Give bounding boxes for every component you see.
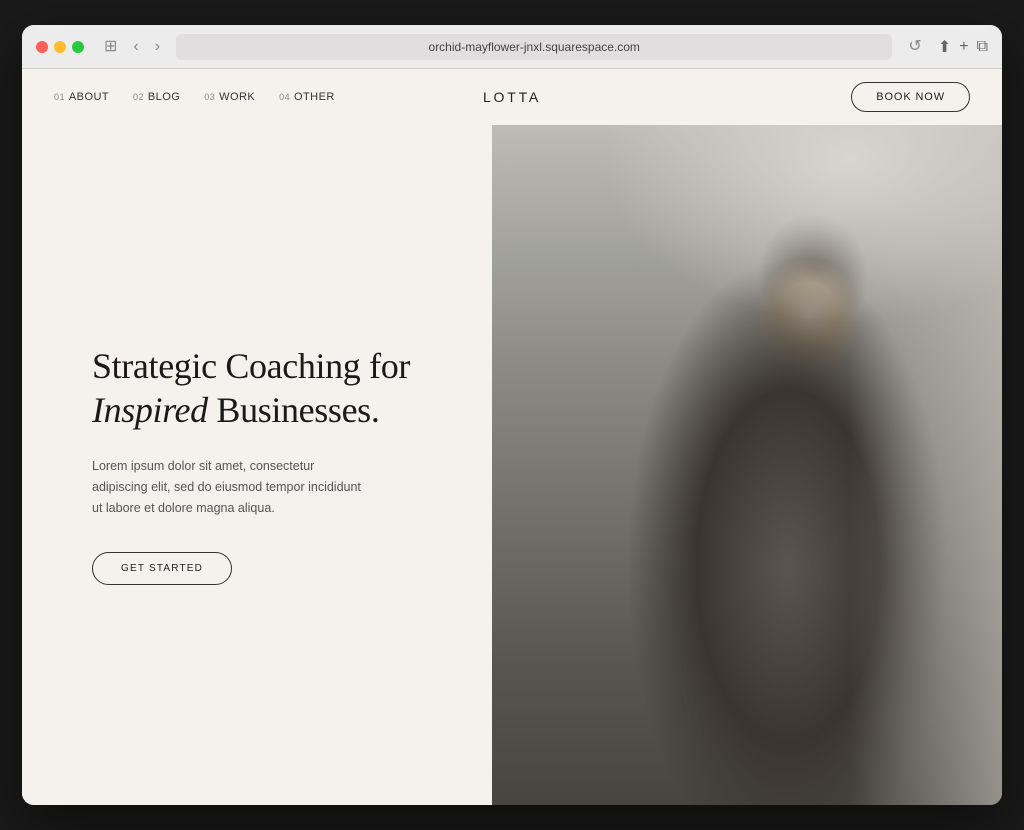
nav-left: 01ABOUT 02BLOG 03WORK 04OTHER [54,91,335,103]
share-button[interactable]: ⬆ [938,37,951,57]
nav-num-work: 03 [204,92,215,102]
maximize-button[interactable] [72,41,84,53]
hero-heading-line1: Strategic Coaching for [92,346,410,386]
browser-window: ⊞ ‹ › ↺ ⬆ + ⧉ 01ABOUT 02BLOG 03WORK [22,25,1002,805]
browser-chrome: ⊞ ‹ › ↺ ⬆ + ⧉ [22,25,1002,69]
navigation: 01ABOUT 02BLOG 03WORK 04OTHER LOTTA BOOK… [22,69,1002,125]
hero-heading-italic: Inspired [92,390,208,430]
hero-left: Strategic Coaching for Inspired Business… [22,125,492,805]
photo-overlay [492,125,1002,805]
minimize-button[interactable] [54,41,66,53]
hero-heading: Strategic Coaching for Inspired Business… [92,345,432,431]
hero-section: Strategic Coaching for Inspired Business… [22,125,1002,805]
browser-actions: ⬆ + ⧉ [938,37,988,57]
forward-button[interactable]: › [151,37,164,57]
get-started-button[interactable]: GET STARTED [92,552,232,585]
nav-item-work[interactable]: 03WORK [204,91,255,103]
nav-item-blog[interactable]: 02BLOG [133,91,180,103]
website: 01ABOUT 02BLOG 03WORK 04OTHER LOTTA BOOK… [22,69,1002,805]
nav-num-blog: 02 [133,92,144,102]
site-logo[interactable]: LOTTA [483,89,541,105]
close-button[interactable] [36,41,48,53]
add-tab-button[interactable]: + [959,38,968,56]
hero-photo [492,125,1002,805]
hero-body-text: Lorem ipsum dolor sit amet, consectetur … [92,456,372,520]
book-now-button[interactable]: BOOK NOW [851,82,970,112]
browser-controls: ⊞ ‹ › [100,37,164,57]
back-button[interactable]: ‹ [129,37,142,57]
hero-heading-line2: Businesses. [208,390,380,430]
window-icon[interactable]: ⊞ [100,37,121,57]
nav-item-about[interactable]: 01ABOUT [54,91,109,103]
tabs-button[interactable]: ⧉ [977,38,988,56]
nav-right: BOOK NOW [851,82,970,112]
hero-photo-area [492,125,1002,805]
reload-button[interactable]: ↺ [904,37,925,57]
address-bar[interactable] [176,34,892,60]
nav-num-other: 04 [279,92,290,102]
nav-num-about: 01 [54,92,65,102]
traffic-lights [36,41,84,53]
nav-item-other[interactable]: 04OTHER [279,91,335,103]
